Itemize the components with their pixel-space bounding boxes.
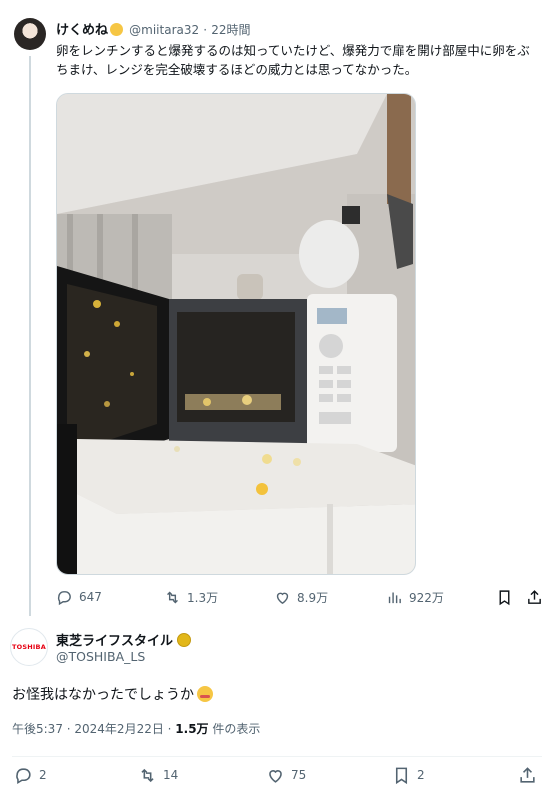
bookmark-count: 2 — [417, 768, 425, 782]
reply-text-row: お怪我はなかったでしょうか — [12, 684, 213, 704]
reply-timestamp-row: 午後5:37 · 2024年2月22日 · 1.5万 件の表示 — [12, 720, 260, 737]
share-icon — [528, 589, 541, 604]
views-icon — [388, 592, 401, 603]
reply-author: 東芝ライフスタイル — [56, 630, 192, 649]
reply-icon — [57, 590, 71, 605]
retweet-button[interactable]: 14 — [138, 764, 178, 786]
timestamp[interactable]: 22時間 — [211, 23, 250, 37]
share-button[interactable] — [518, 764, 537, 786]
tweet-actions: 647 1.3万 8.9万 922万 — [56, 586, 542, 608]
like-button[interactable]: 75 — [266, 764, 306, 786]
brand-logo: TOSHIBA — [12, 643, 46, 651]
like-count: 75 — [291, 768, 307, 782]
views-label: 件の表示 — [208, 722, 261, 736]
bookmark-icon — [499, 589, 510, 605]
reply-button[interactable]: 647 — [56, 586, 102, 608]
display-name[interactable]: けくめね — [56, 23, 108, 38]
like-count: 8.9万 — [297, 590, 329, 605]
views-count: 922万 — [409, 590, 444, 605]
views-button[interactable]: 922万 — [386, 586, 444, 608]
bookmark-icon — [395, 767, 408, 784]
avatar[interactable]: TOSHIBA — [10, 628, 48, 666]
like-button[interactable]: 8.9万 — [274, 586, 328, 608]
reply-count: 647 — [79, 590, 102, 604]
reply-actions: 2 14 75 2 — [0, 764, 554, 788]
emoji-icon — [110, 23, 124, 36]
views-count: 1.5万 — [175, 722, 209, 736]
share-icon — [520, 766, 535, 783]
retweet-icon — [141, 768, 154, 782]
reply-button[interactable]: 2 — [14, 764, 47, 786]
separator: · — [203, 23, 208, 37]
handle[interactable]: @TOSHIBA_LS — [56, 649, 145, 664]
tweet-photo[interactable] — [56, 93, 416, 575]
reply-text: お怪我はなかったでしょうか — [12, 687, 194, 703]
like-icon — [269, 769, 282, 783]
bookmark-button[interactable] — [496, 586, 513, 608]
avatar[interactable] — [14, 18, 46, 50]
retweet-count: 1.3万 — [187, 590, 219, 605]
tweet-text: 卵をレンチンすると爆発するのは知っていたけど、爆発力で扉を開け部屋中に卵をぶちま… — [56, 43, 530, 77]
reply-icon — [16, 767, 31, 784]
share-button[interactable] — [526, 586, 543, 608]
original-tweet[interactable]: けくめね @miitara32 · 22時間 卵をレンチンすると爆発するのは知っ… — [0, 0, 554, 616]
like-icon — [276, 592, 289, 604]
reply-count: 2 — [39, 768, 47, 782]
retweet-button[interactable]: 1.3万 — [164, 586, 218, 608]
handle[interactable]: @miitara32 — [129, 23, 199, 37]
tweet-header: けくめね @miitara32 · 22時間 — [56, 19, 251, 38]
divider — [12, 756, 542, 757]
retweet-count: 14 — [163, 768, 179, 782]
bookmark-button[interactable]: 2 — [392, 764, 425, 786]
verified-badge-icon — [177, 632, 192, 647]
display-name[interactable]: 東芝ライフスタイル — [56, 630, 173, 649]
retweet-icon — [167, 591, 178, 603]
timestamp[interactable]: 午後5:37 · 2024年2月22日 · — [12, 722, 175, 736]
emoji-icon — [197, 686, 213, 702]
thread-line — [29, 56, 31, 616]
